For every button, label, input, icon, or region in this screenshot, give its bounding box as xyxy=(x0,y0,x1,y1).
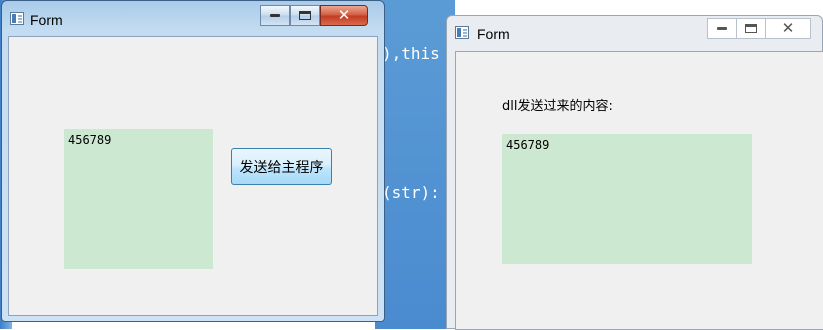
left-window-titlebar[interactable]: Form ✕ xyxy=(2,1,384,31)
minimize-icon xyxy=(717,27,727,30)
send-to-main-button[interactable]: 发送给主程序 xyxy=(231,148,332,185)
minimize-button[interactable] xyxy=(707,18,737,39)
close-icon: ✕ xyxy=(337,6,351,24)
right-form-window: Form ✕ dll发送过来的内容: 456789 xyxy=(446,15,823,330)
window-title: Form xyxy=(30,12,63,28)
maximize-button[interactable] xyxy=(290,5,320,26)
left-text-box[interactable]: 456789 xyxy=(64,129,213,269)
form-app-icon xyxy=(455,26,469,39)
close-icon: ✕ xyxy=(781,19,795,37)
form-app-icon xyxy=(10,12,24,25)
left-window-client-area: 456789 发送给主程序 xyxy=(8,36,378,316)
received-content-label: dll发送过来的内容: xyxy=(502,99,613,114)
right-window-client-area: dll发送过来的内容: 456789 xyxy=(455,51,823,330)
window-title: Form xyxy=(477,26,510,42)
maximize-icon xyxy=(745,24,757,33)
minimize-icon xyxy=(270,14,280,17)
right-text-box[interactable]: 456789 xyxy=(502,134,752,264)
left-form-window: Form ✕ 456789 发送给主程序 xyxy=(1,0,385,322)
right-window-titlebar[interactable]: Form ✕ xyxy=(447,16,822,46)
background-code-line: (str): xyxy=(382,183,440,202)
background-code-line: ),this xyxy=(382,44,440,63)
maximize-icon xyxy=(299,11,311,20)
close-button[interactable]: ✕ xyxy=(320,5,368,26)
minimize-button[interactable] xyxy=(260,5,290,26)
maximize-button[interactable] xyxy=(736,18,766,39)
close-button[interactable]: ✕ xyxy=(765,18,811,39)
